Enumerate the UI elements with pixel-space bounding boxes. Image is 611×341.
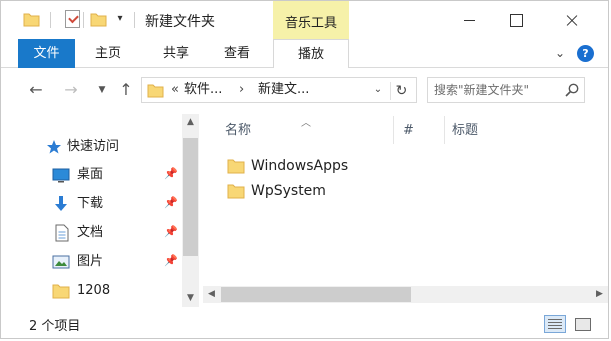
file-name: WindowsApps [251, 158, 349, 174]
nav-item-desktop[interactable]: 桌面 📌 [1, 162, 181, 188]
toolbar-separator [50, 12, 51, 28]
refresh-icon[interactable]: ↻ [390, 82, 412, 100]
tab-share[interactable]: 共享 [156, 39, 196, 68]
file-list-pane: ︿ 名称 # 标题 WindowsApps WpSystem ◀ ▶ [201, 114, 608, 307]
search-icon[interactable] [564, 82, 580, 98]
column-separator[interactable] [444, 116, 445, 144]
properties-icon[interactable] [65, 10, 80, 28]
breadcrumb-segment[interactable]: 新建文... [258, 82, 309, 98]
star-icon [47, 140, 61, 154]
nav-item-pictures[interactable]: 图片 📌 [1, 249, 181, 275]
file-row-windowsapps[interactable]: WindowsApps [223, 154, 443, 178]
tab-play[interactable]: 播放 [273, 39, 349, 68]
pin-icon: 📌 [164, 225, 178, 238]
title-bar: ▾ 新建文件夹 音乐工具 [1, 1, 608, 39]
scrollbar-thumb[interactable] [183, 138, 198, 256]
address-bar[interactable]: « 软件... › 新建文... ⌄ ↻ [141, 77, 417, 103]
close-button[interactable] [549, 1, 595, 39]
customize-toolbar-icon[interactable]: ▾ [114, 11, 126, 27]
folder-icon[interactable] [23, 11, 40, 28]
folder-icon [147, 84, 164, 98]
navigation-scrollbar[interactable]: ▲ ▼ [182, 114, 199, 307]
picture-icon [52, 255, 70, 269]
address-overflow[interactable]: « [171, 82, 179, 98]
music-tools-label: 音乐工具 [284, 16, 337, 31]
folder-icon [227, 159, 245, 174]
search-input[interactable] [434, 82, 559, 98]
large-icons-view-icon[interactable] [571, 315, 593, 333]
minimize-button[interactable] [447, 1, 493, 39]
nav-label: 图片 [77, 254, 104, 269]
nav-label: 文档 [77, 225, 104, 240]
nav-label: 下载 [77, 196, 104, 211]
explorer-window: ▾ 新建文件夹 音乐工具 文件 主页 共享 查看 播放 ⌄ ? ← → ▼ ↑ … [0, 0, 609, 339]
recent-locations-icon[interactable]: ▼ [92, 80, 112, 100]
ribbon-tabs: 文件 主页 共享 查看 播放 ⌄ ? [1, 39, 608, 68]
nav-item-1208[interactable]: 1208 [1, 278, 181, 304]
chevron-down-icon[interactable]: ⌄ [552, 45, 568, 61]
address-row: ← → ▼ ↑ « 软件... › 新建文... ⌄ ↻ [1, 68, 608, 114]
pin-icon: 📌 [164, 196, 178, 209]
tab-view[interactable]: 查看 [217, 39, 257, 68]
breadcrumb-segment[interactable]: 软件... [184, 82, 222, 98]
column-header-number[interactable]: # [403, 118, 414, 144]
column-header-title[interactable]: 标题 [452, 118, 478, 144]
file-name: WpSystem [251, 183, 326, 199]
toolbar-separator [83, 12, 84, 28]
pin-icon: 📌 [164, 254, 178, 267]
address-dropdown-icon[interactable]: ⌄ [371, 83, 385, 97]
back-arrow-icon[interactable]: ← [26, 80, 46, 100]
tab-home[interactable]: 主页 [88, 39, 128, 68]
desktop-icon [52, 168, 70, 183]
music-tools-context: 音乐工具 [273, 1, 349, 39]
file-row-wpsystem[interactable]: WpSystem [223, 179, 443, 203]
toolbar-separator [134, 12, 135, 28]
new-folder-icon[interactable] [90, 11, 107, 28]
scroll-up-icon[interactable]: ▲ [182, 114, 199, 131]
horizontal-scrollbar[interactable]: ◀ ▶ [203, 286, 608, 303]
document-icon [55, 224, 69, 242]
help-icon[interactable]: ? [577, 45, 594, 62]
nav-label: 1208 [77, 283, 111, 298]
maximize-button[interactable] [493, 1, 539, 39]
scroll-down-icon[interactable]: ▼ [182, 290, 199, 307]
tab-file[interactable]: 文件 [18, 39, 75, 68]
navigation-pane: 快速访问 桌面 📌 下载 📌 文档 📌 图片 📌 1208 ▲ ▼ [1, 114, 201, 307]
item-count: 2 个项目 [29, 319, 81, 334]
status-bar: 2 个项目 [1, 307, 608, 338]
details-view-icon[interactable] [544, 315, 566, 333]
sort-ascending-icon: ︿ [301, 118, 311, 129]
pin-icon: 📌 [164, 167, 178, 180]
scrollbar-thumb[interactable] [221, 287, 411, 302]
nav-item-downloads[interactable]: 下载 📌 [1, 191, 181, 217]
folder-icon [52, 284, 70, 299]
up-arrow-icon[interactable]: ↑ [116, 80, 136, 100]
nav-label: 快速访问 [67, 139, 120, 154]
nav-item-quick-access[interactable]: 快速访问 [1, 134, 181, 160]
forward-arrow-icon[interactable]: → [61, 80, 81, 100]
scroll-left-icon[interactable]: ◀ [203, 286, 220, 303]
nav-item-documents[interactable]: 文档 📌 [1, 220, 181, 246]
nav-label: 桌面 [77, 167, 104, 182]
folder-icon [227, 184, 245, 199]
column-header-name[interactable]: 名称 [225, 118, 251, 144]
download-icon [55, 196, 67, 211]
breadcrumb-separator[interactable]: › [239, 82, 244, 98]
scroll-right-icon[interactable]: ▶ [591, 286, 608, 303]
search-box[interactable] [427, 77, 585, 103]
window-title: 新建文件夹 [145, 14, 215, 30]
column-separator[interactable] [393, 116, 394, 144]
